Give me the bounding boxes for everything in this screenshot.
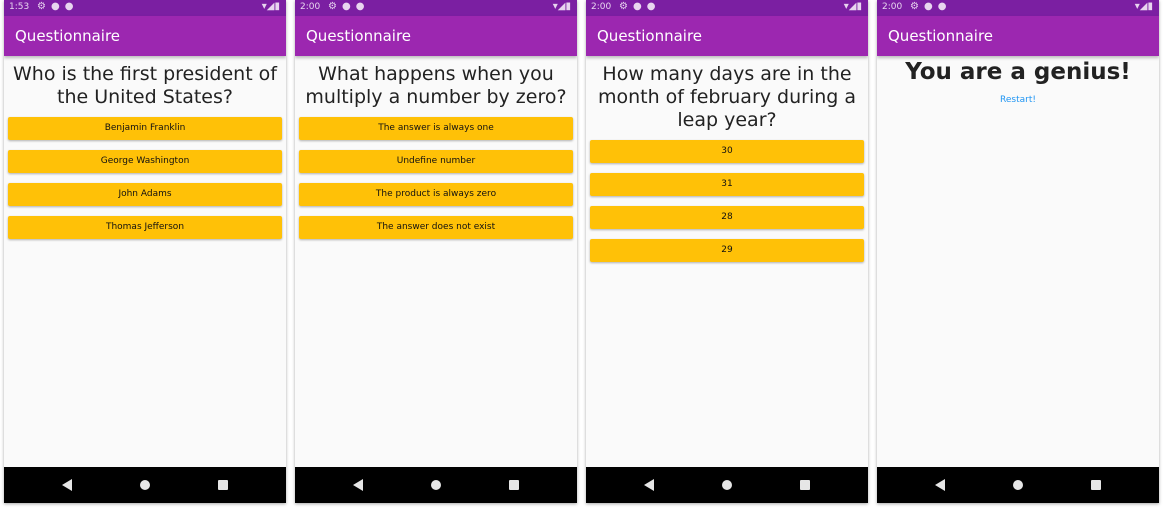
answer-button[interactable]: The product is always zero <box>299 183 573 206</box>
app-title: Questionnaire <box>597 27 703 45</box>
question-content: Who is the first president of the United… <box>4 56 286 467</box>
gear-icon: ⚙●● <box>37 1 79 12</box>
signal-icon: ▾◢▮ <box>261 1 280 12</box>
app-title: Questionnaire <box>888 27 994 45</box>
answer-button[interactable]: 31 <box>590 173 864 196</box>
status-bar: 2:00 ⚙●● ▾◢▮ <box>586 0 868 16</box>
recents-square-icon[interactable] <box>800 480 810 490</box>
status-bar: 2:00 ⚙●● ▾◢▮ <box>295 0 577 16</box>
answer-button[interactable]: The answer does not exist <box>299 216 573 239</box>
answer-button[interactable]: 30 <box>590 140 864 163</box>
recents-square-icon[interactable] <box>509 480 519 490</box>
answer-button[interactable]: Undefine number <box>299 150 573 173</box>
back-triangle-icon[interactable] <box>62 479 72 491</box>
nav-bar <box>586 467 868 503</box>
question-content: What happens when you multiply a number … <box>295 56 577 467</box>
nav-bar <box>877 467 1159 503</box>
app-bar: Questionnaire <box>877 16 1159 56</box>
back-triangle-icon[interactable] <box>353 479 363 491</box>
back-triangle-icon[interactable] <box>935 479 945 491</box>
question-content: How many days are in the month of februa… <box>586 56 868 467</box>
gear-icon: ⚙●● <box>619 1 661 12</box>
answer-button[interactable]: Benjamin Franklin <box>8 117 282 140</box>
home-circle-icon[interactable] <box>1013 480 1023 490</box>
home-circle-icon[interactable] <box>140 480 150 490</box>
signal-icon: ▾◢▮ <box>552 1 571 12</box>
question-text: How many days are in the month of februa… <box>597 63 857 131</box>
answer-button[interactable]: 28 <box>590 206 864 229</box>
nav-bar <box>4 467 286 503</box>
phone-screen-4: 2:00 ⚙●● ▾◢▮ Questionnaire You are a gen… <box>877 0 1159 503</box>
status-time: 2:00 <box>300 2 321 12</box>
signal-icon: ▾◢▮ <box>843 1 862 12</box>
status-bar: 1:53 ⚙●● ▾◢▮ <box>4 0 286 16</box>
answer-button[interactable]: John Adams <box>8 183 282 206</box>
answer-button[interactable]: The answer is always one <box>299 117 573 140</box>
home-circle-icon[interactable] <box>431 480 441 490</box>
status-time: 2:00 <box>882 2 903 12</box>
result-text: You are a genius! <box>905 59 1131 85</box>
app-title: Questionnaire <box>306 27 412 45</box>
answer-button[interactable]: 29 <box>590 239 864 262</box>
nav-bar <box>295 467 577 503</box>
gear-icon: ⚙●● <box>328 1 370 12</box>
question-text: What happens when you multiply a number … <box>305 63 567 108</box>
app-bar: Questionnaire <box>586 16 868 56</box>
app-title: Questionnaire <box>15 27 121 45</box>
status-bar: 2:00 ⚙●● ▾◢▮ <box>877 0 1159 16</box>
phone-screen-2: 2:00 ⚙●● ▾◢▮ Questionnaire What happens … <box>295 0 577 503</box>
answer-button[interactable]: George Washington <box>8 150 282 173</box>
recents-square-icon[interactable] <box>1091 480 1101 490</box>
phone-screen-3: 2:00 ⚙●● ▾◢▮ Questionnaire How many days… <box>586 0 868 503</box>
answer-button[interactable]: Thomas Jefferson <box>8 216 282 239</box>
back-triangle-icon[interactable] <box>644 479 654 491</box>
status-time: 1:53 <box>9 2 30 12</box>
status-time: 2:00 <box>591 2 612 12</box>
restart-button[interactable]: Restart! <box>994 94 1042 106</box>
question-text: Who is the first president of the United… <box>12 63 277 108</box>
recents-square-icon[interactable] <box>218 480 228 490</box>
gear-icon: ⚙●● <box>910 1 952 12</box>
result-content: You are a genius! Restart! <box>877 56 1159 467</box>
app-bar: Questionnaire <box>295 16 577 56</box>
app-bar: Questionnaire <box>4 16 286 56</box>
home-circle-icon[interactable] <box>722 480 732 490</box>
signal-icon: ▾◢▮ <box>1134 1 1153 12</box>
phone-screen-1: 1:53 ⚙●● ▾◢▮ Questionnaire Who is the fi… <box>4 0 286 503</box>
